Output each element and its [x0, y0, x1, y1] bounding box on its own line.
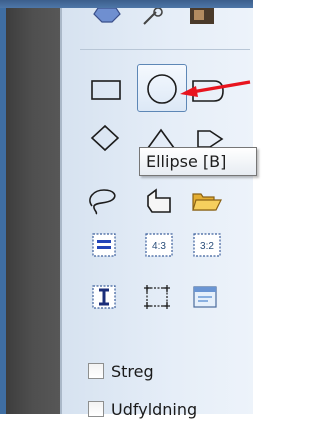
wand-tool-icon[interactable] [140, 8, 170, 26]
stroke-option[interactable]: Streg [88, 359, 154, 383]
crop-tool-icon[interactable] [142, 283, 172, 311]
polygon-select-tool-icon[interactable] [142, 186, 176, 216]
pointer-arrow [180, 80, 251, 97]
canvas-area [6, 8, 60, 414]
window-titlebar [0, 0, 253, 8]
open-folder-icon[interactable] [190, 188, 224, 214]
window-capture-icon[interactable] [190, 283, 222, 311]
fill-label: Udfyldning [111, 399, 198, 419]
fill-checkbox[interactable] [88, 401, 104, 417]
panel-divider [60, 8, 62, 414]
ratio-3-2-label: 3:2 [200, 241, 214, 252]
stroke-checkbox[interactable] [88, 363, 104, 379]
diamond-tool-icon[interactable] [88, 123, 122, 153]
ratio-4-3-label: 4:3 [152, 241, 166, 252]
polygon-tool-icon[interactable] [92, 8, 122, 26]
ratio-3-2-icon[interactable]: 3:2 [192, 231, 224, 259]
image-tool-icon[interactable] [188, 8, 218, 26]
toolbar-separator [80, 49, 250, 50]
tooltip-text: Ellipse [B] [146, 152, 227, 171]
fill-option[interactable]: Udfyldning [88, 397, 197, 421]
lasso-tool-icon[interactable] [86, 186, 120, 216]
rectangle-tool-icon[interactable] [90, 78, 124, 102]
ratio-4-3-icon[interactable]: 4:3 [144, 231, 176, 259]
text-tool-icon[interactable] [90, 283, 120, 311]
stroke-label: Streg [111, 361, 154, 381]
ratio-equal-icon[interactable] [90, 231, 120, 259]
tooltip: Ellipse [B] [139, 147, 257, 176]
